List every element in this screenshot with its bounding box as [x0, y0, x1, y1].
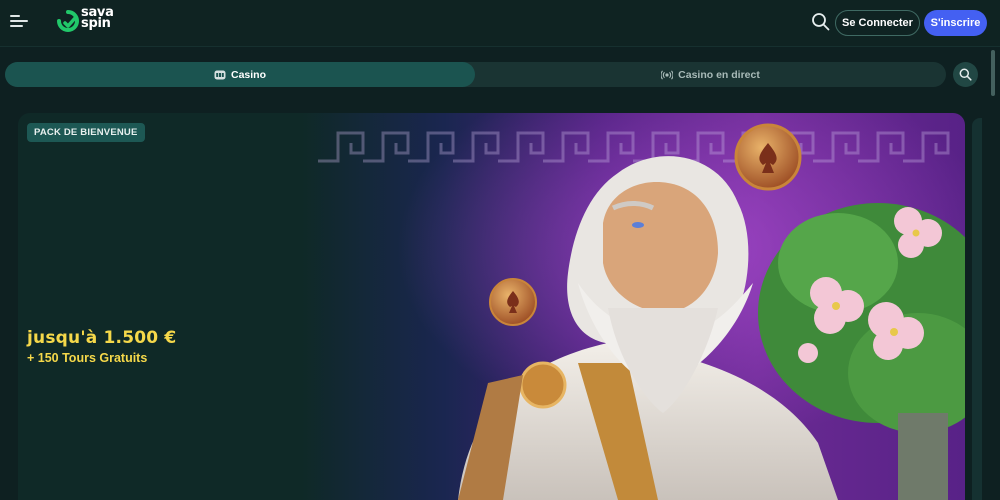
promo-amount: jusqu'à 1.500 € [27, 328, 177, 348]
promo-badge: PACK DE BIENVENUE [27, 123, 145, 142]
promo-free-spins: + 150 Tours Gratuits [27, 351, 148, 365]
logo-line-2: spin [81, 16, 111, 31]
login-button[interactable]: Se Connecter [835, 10, 920, 36]
tab-live-label: Casino en direct [678, 68, 760, 81]
games-search-button[interactable] [953, 62, 978, 87]
search-icon [959, 68, 972, 81]
tab-casino-label: Casino [230, 68, 266, 81]
logo-text: sava spin [81, 6, 114, 31]
live-broadcast-icon [661, 69, 674, 80]
hamburger-menu-icon[interactable] [10, 15, 28, 29]
logo-mark-icon [57, 10, 79, 32]
top-bar: sava spin Se Connecter S'inscrire [0, 0, 1000, 46]
header-divider [0, 46, 1000, 47]
category-tabs: Casino Casino en direct [5, 62, 946, 87]
welcome-promo-banner[interactable]: PACK DE BIENVENUE jusqu'à 1.500 € + 150 … [18, 113, 965, 500]
page-scrollbar[interactable] [990, 50, 996, 500]
savaspin-logo[interactable]: sava spin [56, 6, 136, 35]
register-button[interactable]: S'inscrire [924, 10, 987, 36]
zeus-illustration [318, 113, 965, 500]
search-icon[interactable] [811, 12, 831, 32]
slot-machine-icon [214, 70, 226, 79]
scrollbar-thumb[interactable] [991, 50, 995, 96]
next-banner-peek[interactable] [972, 118, 982, 500]
tab-casino[interactable]: Casino [5, 62, 475, 87]
tab-live-casino[interactable]: Casino en direct [475, 62, 946, 87]
